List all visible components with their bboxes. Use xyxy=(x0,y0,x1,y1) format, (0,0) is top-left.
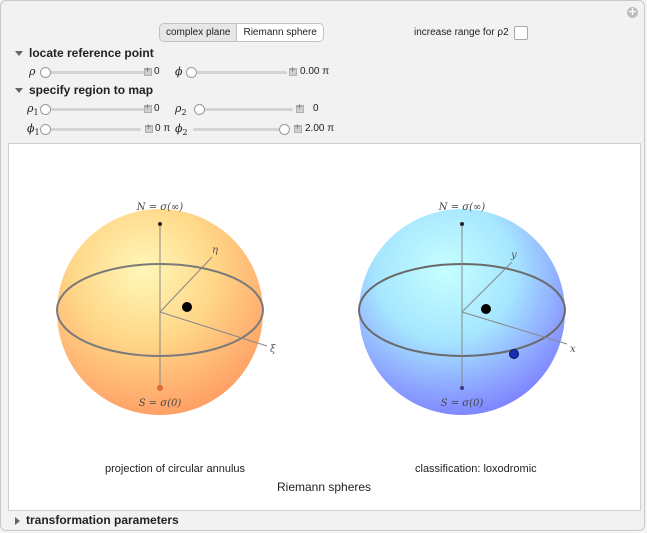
left-north-pole xyxy=(158,222,162,226)
plot-title: Riemann spheres xyxy=(277,480,372,494)
rho-slider-thumb[interactable] xyxy=(40,67,51,78)
right-image-point xyxy=(509,349,519,359)
rho1-slider-thumb[interactable] xyxy=(40,104,51,115)
section-reference-label: locate reference point xyxy=(29,46,154,60)
rho1-expand-icon[interactable] xyxy=(144,102,152,113)
phi-slider-thumb[interactable] xyxy=(186,67,197,78)
phi-expand-icon[interactable] xyxy=(289,65,297,76)
left-reference-point[interactable] xyxy=(182,302,192,312)
right-x-label: x xyxy=(570,344,576,355)
rho1-value: 0 xyxy=(154,103,160,114)
spheres-graphic: N = σ(∞) S = σ(0) η ξ N = σ(∞) S = σ(0) … xyxy=(56,202,576,415)
riemann-spheres-plot: N = σ(∞) S = σ(0) η ξ N = σ(∞) S = σ(0) … xyxy=(8,143,641,511)
left-eta-label: η xyxy=(212,245,218,256)
left-sphere: N = σ(∞) S = σ(0) η ξ xyxy=(56,202,276,415)
phi2-label: ϕ2 xyxy=(175,122,188,138)
right-north-pole xyxy=(460,222,464,226)
right-south-pole xyxy=(460,386,464,390)
right-reference-point[interactable] xyxy=(481,304,491,314)
phi1-slider-thumb[interactable] xyxy=(40,124,51,135)
phi1-label: ϕ1 xyxy=(27,122,40,138)
section-reference[interactable]: locate reference point xyxy=(15,46,154,60)
rho-slider[interactable] xyxy=(41,71,145,74)
phi2-slider-thumb[interactable] xyxy=(279,124,290,135)
rho2-label: ρ2 xyxy=(175,102,187,118)
phi-slider[interactable] xyxy=(187,71,287,74)
rho-expand-icon[interactable] xyxy=(144,65,152,76)
rho-value: 0 xyxy=(154,66,160,77)
range-label: increase range for ρ2 xyxy=(414,27,509,38)
phi1-value: 0 π xyxy=(155,123,171,134)
phi2-slider[interactable] xyxy=(193,128,289,131)
right-north-label: N = σ(∞) xyxy=(438,202,486,213)
phi2-expand-icon[interactable] xyxy=(294,122,302,133)
rho1-label: ρ1 xyxy=(27,102,39,118)
right-sphere: N = σ(∞) S = σ(0) y x xyxy=(358,202,576,415)
left-south-pole xyxy=(157,385,163,391)
left-caption: projection of circular annulus xyxy=(105,463,246,475)
rho-label: ρ xyxy=(29,65,36,78)
left-xi-label: ξ xyxy=(270,344,276,355)
phi1-slider[interactable] xyxy=(41,128,141,131)
rho2-slider[interactable] xyxy=(195,108,293,111)
phi-label: ϕ xyxy=(175,65,183,78)
demo-panel: complex plane Riemann sphere increase ra… xyxy=(0,0,645,531)
section-region-label: specify region to map xyxy=(29,83,154,97)
rho2-value: 0 xyxy=(313,103,319,114)
range-checkbox[interactable] xyxy=(514,26,528,40)
rho2-expand-icon[interactable] xyxy=(296,102,304,113)
rho2-slider-thumb[interactable] xyxy=(194,104,205,115)
right-caption: classification: loxodromic xyxy=(415,463,537,475)
right-south-label: S = σ(0) xyxy=(441,398,484,409)
right-y-label: y xyxy=(510,250,517,261)
rho1-slider[interactable] xyxy=(41,108,145,111)
left-south-label: S = σ(0) xyxy=(139,398,182,409)
chevron-down-icon xyxy=(15,88,23,94)
options-icon[interactable] xyxy=(627,5,638,18)
section-transform-label: transformation parameters xyxy=(26,513,179,527)
phi2-value: 2.00 π xyxy=(305,123,335,134)
chevron-right-icon xyxy=(15,516,20,525)
left-north-label: N = σ(∞) xyxy=(136,202,184,213)
chevron-down-icon xyxy=(15,51,23,57)
view-toggle[interactable]: complex plane Riemann sphere xyxy=(159,23,324,42)
section-transform[interactable]: transformation parameters xyxy=(15,513,179,527)
tab-riemann-sphere[interactable]: Riemann sphere xyxy=(236,24,323,41)
tab-complex-plane[interactable]: complex plane xyxy=(160,24,236,41)
section-region[interactable]: specify region to map xyxy=(15,83,153,97)
phi1-expand-icon[interactable] xyxy=(145,122,153,133)
phi-value: 0.00 π xyxy=(300,66,330,77)
